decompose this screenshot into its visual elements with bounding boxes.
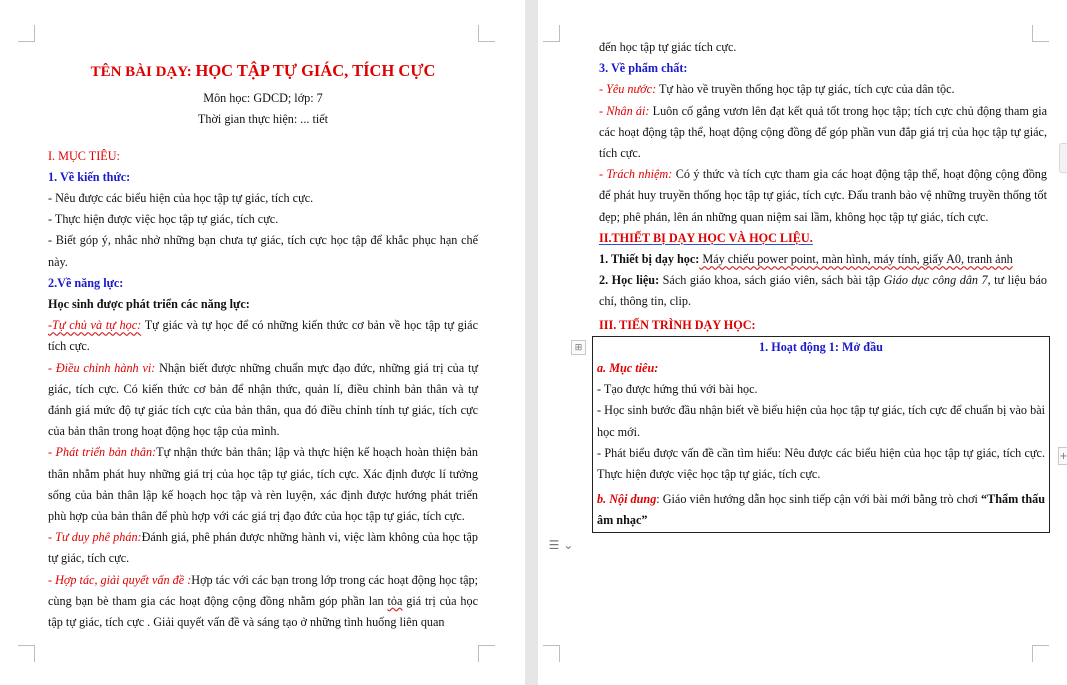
- subsection-qualities: 3. Về phẩm chất:: [599, 61, 688, 76]
- subsection-knowledge: 1. Về kiến thức:: [48, 169, 131, 184]
- competency-item: -Tự chủ và tự học: Tự giác và tự học để …: [48, 315, 478, 357]
- knowledge-item: - Biết góp ý, nhắc nhở những bạn chưa tự…: [48, 233, 478, 269]
- subsection-competency: 2.Về năng lực:: [48, 275, 124, 290]
- content-item: b. Nội dung: Giáo viên hướng dẫn học sin…: [597, 489, 1045, 531]
- knowledge-item: - Thực hiện được việc học tập tự giác, t…: [48, 212, 279, 227]
- section-equipment: II.THIẾT BỊ DẠY HỌC VÀ HỌC LIỆU.: [599, 230, 813, 245]
- crop-mark: [1032, 645, 1049, 662]
- side-tab[interactable]: [1059, 143, 1067, 173]
- plus-icon[interactable]: +: [1058, 447, 1067, 465]
- objective-item: - Phát biểu được vấn đề cần tìm hiểu: Nê…: [597, 445, 1045, 482]
- section-objectives: I. MỤC TIÊU:: [48, 148, 120, 163]
- crop-mark: [478, 645, 495, 662]
- content-label: b. Nội dung: [597, 492, 657, 507]
- crop-mark: [18, 25, 35, 42]
- quality-label: - Yêu nước:: [599, 82, 657, 97]
- materials-label: 2. Học liệu:: [599, 273, 660, 288]
- continued-line: đến học tập tự giác tích cực.: [599, 40, 737, 54]
- layout-options-icon[interactable]: ☰ ⌄: [543, 537, 579, 553]
- move-handle-icon[interactable]: ⊞: [571, 340, 586, 355]
- competency-item: - Hợp tác, giải quyết vấn đề :Hợp tác vớ…: [48, 570, 478, 634]
- competency-item: - Phát triển bản thân:Tự nhận thức bản t…: [48, 442, 478, 527]
- objective-item: - Học sinh bước đầu nhận biết về biểu hi…: [597, 403, 1045, 439]
- document-page-2[interactable]: đến học tập tự giác tích cực. 3. Về phẩm…: [538, 0, 1067, 685]
- objective-label: a. Mục tiêu:: [597, 361, 659, 376]
- quality-label: - Trách nhiệm:: [599, 167, 673, 182]
- quality-text: Luôn cố gắng vươn lên đạt kết quả tốt tr…: [599, 103, 1047, 161]
- duration-line: Thời gian thực hiện: ... tiết: [197, 112, 329, 127]
- activity-table[interactable]: 1. Hoạt động 1: Mở đầu a. Mục tiêu: - Tạ…: [592, 335, 1050, 533]
- quality-item: - Yêu nước: Tự hào về truyền thống học t…: [599, 79, 1047, 100]
- objective-item: - Tạo được hứng thú với bài học.: [597, 382, 758, 397]
- competency-label: - Điều chỉnh hành vi:: [48, 360, 156, 375]
- materials-text: Sách giáo khoa, sách giáo viên, sách bài…: [659, 273, 884, 288]
- subject-line: Môn học: GDCD; lớp: 7: [203, 91, 323, 106]
- equipment-item: 1. Thiết bị dạy học: Máy chiếu power poi…: [599, 249, 1047, 270]
- competency-item: - Tư duy phê phán:Đánh giá, phê phán đượ…: [48, 527, 478, 569]
- lesson-title: TÊN BÀI DẠY: HỌC TẬP TỰ GIÁC, TÍCH CỰC: [48, 60, 478, 83]
- materials-book-title: Giáo dục công dân 7: [883, 273, 988, 288]
- crop-mark: [478, 25, 495, 42]
- page-1-text[interactable]: TÊN BÀI DẠY: HỌC TẬP TỰ GIÁC, TÍCH CỰC M…: [48, 58, 478, 633]
- equipment-text: Máy chiếu power point, màn hình, máy tín…: [699, 252, 1013, 267]
- quality-item: - Trách nhiệm: Có ý thức và tích cực tha…: [599, 164, 1047, 228]
- competency-item: - Điều chỉnh hành vi: Nhận biết được nhữ…: [48, 358, 478, 443]
- title-main: HỌC TẬP TỰ GIÁC, TÍCH CỰC: [195, 61, 436, 80]
- crop-mark: [543, 25, 560, 42]
- content-text: : Giáo viên hướng dẫn học sinh tiếp cận …: [656, 492, 981, 507]
- competency-label: - Hợp tác, giải quyết vấn đề :: [48, 572, 192, 587]
- equipment-label: 1. Thiết bị dạy học:: [599, 252, 700, 267]
- title-prefix: TÊN BÀI DẠY:: [90, 64, 196, 80]
- quality-text: Tự hào về truyền thống học tập tự giác, …: [656, 82, 955, 97]
- crop-mark: [543, 645, 560, 662]
- spellcheck-word: tỏa: [387, 593, 403, 608]
- page-2-text[interactable]: đến học tập tự giác tích cực. 3. Về phẩm…: [592, 37, 1050, 533]
- competency-label: - Tư duy phê phán:: [48, 530, 142, 545]
- competency-label: - Phát triển bản thân:: [48, 445, 157, 460]
- materials-item: 2. Học liệu: Sách giáo khoa, sách giáo v…: [599, 270, 1047, 312]
- competency-label: -Tự chủ và tự học:: [48, 318, 142, 333]
- knowledge-item: - Nêu được các biểu hiện của học tập tự …: [48, 191, 314, 206]
- quality-item: - Nhân ái: Luôn cố gắng vươn lên đạt kết…: [599, 101, 1047, 165]
- activity-header: 1. Hoạt động 1: Mở đầu: [759, 339, 883, 354]
- section-process: III. TIẾN TRÌNH DẠY HỌC:: [599, 317, 756, 332]
- document-page-1[interactable]: TÊN BÀI DẠY: HỌC TẬP TỰ GIÁC, TÍCH CỰC M…: [0, 0, 525, 685]
- crop-mark: [18, 645, 35, 662]
- quality-label: - Nhân ái:: [599, 103, 650, 118]
- competency-heading: Học sinh được phát triển các năng lực:: [48, 297, 250, 312]
